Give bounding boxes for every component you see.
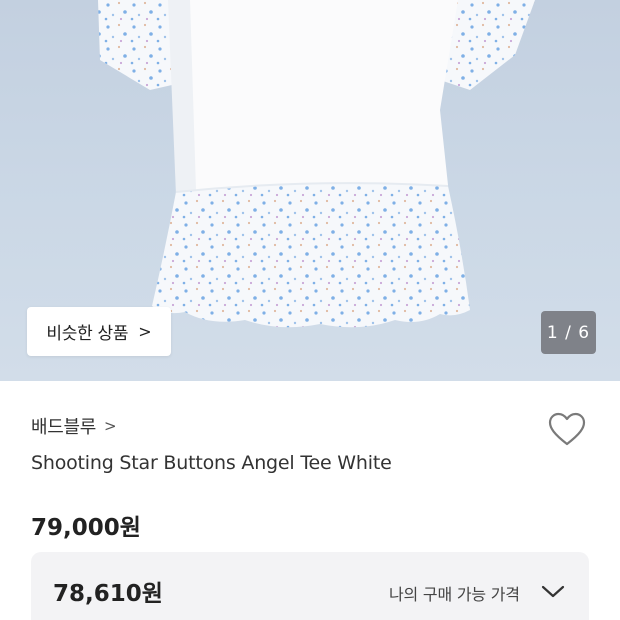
chevron-right-icon: > bbox=[138, 322, 152, 341]
brand-name: 배드블루 bbox=[31, 417, 97, 438]
brand-link[interactable]: 배드블루 > bbox=[31, 413, 117, 439]
wishlist-button[interactable] bbox=[548, 412, 586, 448]
product-price: 79,000원 bbox=[31, 515, 141, 541]
similar-products-button[interactable]: 비슷한 상품 > bbox=[27, 307, 171, 356]
heart-outline-icon bbox=[548, 412, 586, 446]
chevron-down-icon[interactable] bbox=[541, 585, 565, 599]
member-price-label: 나의 구매 가능 가격 bbox=[389, 585, 520, 604]
similar-products-label: 비슷한 상품 bbox=[46, 324, 129, 344]
product-title: Shooting Star Buttons Angel Tee White bbox=[31, 452, 392, 474]
image-counter: 1 / 6 bbox=[541, 311, 596, 354]
chevron-right-icon: > bbox=[104, 417, 117, 435]
member-price-panel[interactable]: 78,610원 나의 구매 가능 가격 bbox=[31, 552, 589, 620]
product-image[interactable]: 비슷한 상품 > 1 / 6 bbox=[0, 0, 620, 381]
member-price: 78,610원 bbox=[53, 581, 163, 607]
